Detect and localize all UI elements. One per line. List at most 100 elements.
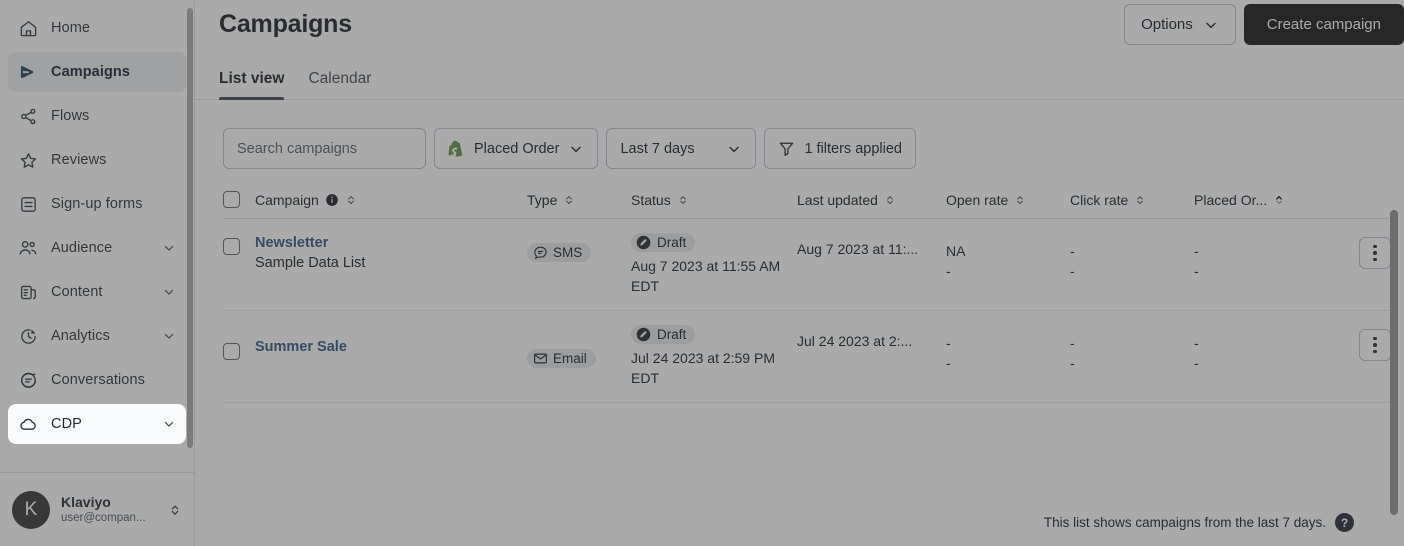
content-icon [18, 282, 38, 302]
sidebar-scrollbar[interactable] [187, 8, 193, 448]
star-icon [18, 150, 38, 170]
sidebar-item-analytics[interactable]: Analytics [8, 316, 186, 356]
filters-applied-label: 1 filters applied [804, 140, 902, 157]
sort-icon[interactable] [884, 193, 896, 207]
row-last-updated-cell: Aug 7 2023 at 11:... [797, 241, 919, 257]
sort-icon[interactable] [1014, 193, 1026, 207]
sidebar-item-flows[interactable]: Flows [8, 96, 186, 136]
main-content: Campaigns Options Create campaign List v… [195, 0, 1404, 546]
sort-icon[interactable] [563, 193, 575, 207]
placed-order-value: - [1194, 243, 1199, 259]
filters-applied-button[interactable]: 1 filters applied [764, 128, 916, 169]
sidebar-item-label: Audience [51, 240, 113, 256]
shopify-icon [448, 139, 465, 158]
sidebar-item-conversations[interactable]: Conversations [8, 360, 186, 400]
footer-note-text: This list shows campaigns from the last … [1043, 515, 1326, 530]
column-placed-order[interactable]: Placed Or... [1194, 191, 1329, 219]
help-icon[interactable]: ? [1335, 513, 1354, 532]
sidebar-item-label: Analytics [51, 328, 110, 344]
click-rate-secondary: - [1070, 263, 1075, 279]
campaign-name-link[interactable]: Newsletter [255, 233, 527, 253]
table-row[interactable]: Newsletter Sample Data List SMS Draft Au… [223, 219, 1391, 311]
column-type-label: Type [527, 192, 558, 208]
search-input[interactable] [237, 140, 412, 157]
search-campaigns-field[interactable] [223, 128, 426, 169]
options-button[interactable]: Options [1124, 4, 1236, 45]
row-click-rate-cell: - - [1070, 219, 1194, 311]
row-open-rate-cell: NA - [946, 219, 1070, 311]
column-last-updated[interactable]: Last updated [797, 191, 946, 219]
funnel-icon [778, 140, 795, 157]
row-type-cell: SMS [527, 219, 631, 311]
form-icon [18, 194, 38, 214]
date-range-select[interactable]: Last 7 days [606, 128, 757, 169]
column-status-label: Status [631, 192, 671, 208]
campaigns-icon [18, 62, 38, 82]
sort-icon[interactable] [345, 193, 357, 207]
email-icon [533, 351, 548, 366]
account-switcher[interactable]: K Klaviyo user@compan... [0, 472, 194, 546]
sidebar-item-content[interactable]: Content [8, 272, 186, 312]
header-actions: Options Create campaign [1124, 4, 1404, 45]
open-rate-secondary: - [946, 355, 951, 371]
create-campaign-button[interactable]: Create campaign [1243, 4, 1404, 45]
row-actions-cell [1329, 311, 1391, 403]
sidebar-item-home[interactable]: Home [8, 8, 186, 48]
sidebar-item-audience[interactable]: Audience [8, 228, 186, 268]
column-status[interactable]: Status [631, 191, 797, 219]
create-campaign-label: Create campaign [1266, 16, 1381, 33]
column-click-rate[interactable]: Click rate [1070, 191, 1194, 219]
page-title: Campaigns [219, 9, 352, 38]
column-click-rate-label: Click rate [1070, 192, 1129, 208]
draft-pencil-icon [635, 234, 652, 251]
sidebar-item-reviews[interactable]: Reviews [8, 140, 186, 180]
status-date: Jul 24 2023 at 2:59 PM EDT [631, 350, 775, 386]
column-type[interactable]: Type [527, 191, 631, 219]
sidebar-item-signup-forms[interactable]: Sign-up forms [8, 184, 186, 224]
footer-note: This list shows campaigns from the last … [1044, 513, 1354, 532]
row-select-cell [223, 311, 255, 403]
view-tabs: List view Calendar [195, 48, 1404, 100]
metric-select[interactable]: Placed Order [434, 128, 599, 169]
tab-list-view[interactable]: List view [219, 70, 285, 100]
kebab-menu-icon[interactable] [1359, 237, 1391, 269]
tab-calendar[interactable]: Calendar [308, 70, 371, 99]
column-open-rate[interactable]: Open rate [946, 191, 1070, 219]
account-name: Klaviyo [61, 493, 111, 510]
info-icon[interactable] [325, 193, 339, 207]
draft-pencil-icon [635, 326, 652, 343]
table-body: Newsletter Sample Data List SMS Draft Au… [223, 219, 1391, 403]
placed-order-value: - [1194, 335, 1199, 351]
row-checkbox[interactable] [223, 343, 240, 360]
sidebar-item-label: CDP [51, 416, 82, 432]
metric-select-label: Placed Order [474, 140, 560, 157]
click-rate-value: - [1070, 243, 1075, 259]
sidebar-item-label: Conversations [51, 372, 145, 388]
sort-icon[interactable] [1134, 193, 1146, 207]
type-badge: SMS [527, 243, 592, 262]
main-scrollbar[interactable] [1390, 210, 1398, 515]
type-label: SMS [553, 245, 583, 260]
select-all-checkbox[interactable] [223, 191, 240, 208]
avatar: K [12, 490, 50, 529]
row-checkbox[interactable] [223, 238, 240, 255]
sidebar-item-campaigns[interactable]: Campaigns [8, 52, 186, 92]
sort-icon[interactable] [677, 193, 689, 207]
chevron-down-icon [162, 285, 176, 299]
sidebar-item-label: Reviews [51, 152, 107, 168]
flows-icon [18, 106, 38, 126]
kebab-menu-icon[interactable] [1359, 329, 1391, 361]
campaigns-page: Home Campaigns Flows Reviews Sign-up for… [0, 0, 1404, 546]
column-campaign[interactable]: Campaign [255, 191, 527, 219]
sidebar-item-label: Campaigns [51, 64, 131, 80]
open-rate-secondary: - [946, 263, 951, 279]
account-email: user@compan... [61, 511, 146, 524]
column-campaign-label: Campaign [255, 192, 319, 208]
sidebar-item-label: Sign-up forms [51, 196, 143, 212]
chevron-down-icon [162, 241, 176, 255]
table-row[interactable]: Summer Sale Email Draft Jul 24 2023 at 2… [223, 311, 1391, 403]
sidebar-item-cdp[interactable]: CDP [8, 404, 186, 444]
status-label: Draft [657, 327, 687, 342]
campaign-name-link[interactable]: Summer Sale [255, 337, 527, 357]
sort-icon-active[interactable] [1273, 193, 1285, 207]
